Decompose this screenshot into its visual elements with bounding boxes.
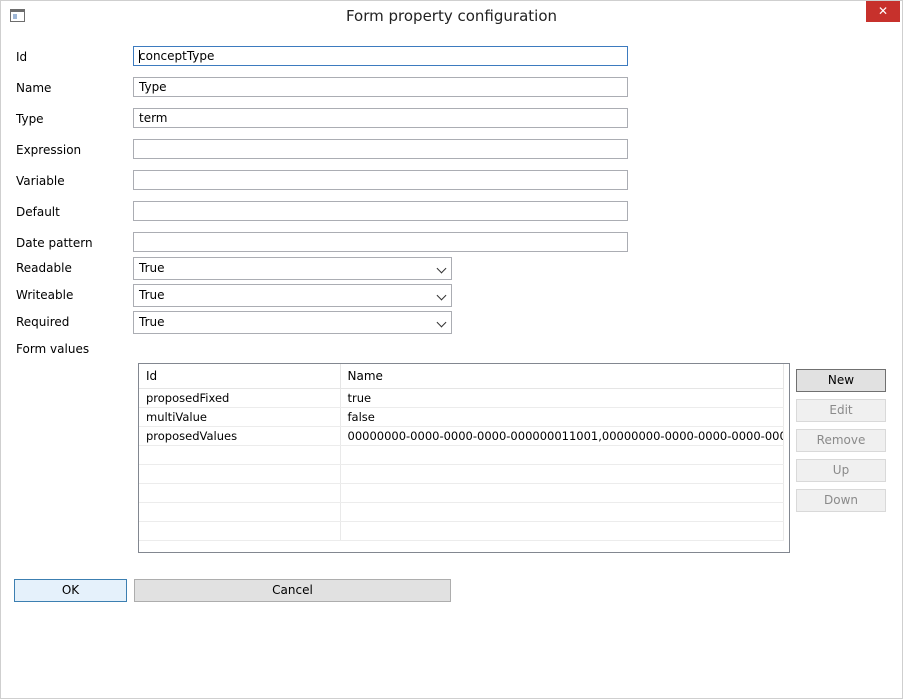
new-button[interactable]: New [796,369,886,392]
title-bar[interactable]: Form property configuration ✕ [1,1,902,31]
table-row[interactable] [139,502,784,522]
row-name-cell[interactable]: false [340,407,784,427]
dialog-window: Form property configuration ✕ Id concept… [0,0,903,699]
date-pattern-field[interactable] [133,232,628,252]
row-name-cell[interactable] [340,502,784,522]
column-header-id[interactable]: Id [139,364,341,389]
down-button[interactable]: Down [796,489,886,512]
type-field[interactable]: term [133,108,628,128]
expression-field[interactable] [133,139,628,159]
table-row[interactable] [139,521,784,541]
close-button[interactable]: ✕ [866,1,900,22]
date-pattern-label: Date pattern [16,236,93,250]
writeable-label: Writeable [16,288,74,302]
chevron-down-icon [436,263,447,274]
row-name-cell[interactable]: 00000000-0000-0000-0000-000000011001,000… [340,426,784,446]
row-name-cell[interactable]: true [340,388,784,408]
row-id-cell[interactable] [139,521,341,541]
row-id-cell[interactable] [139,483,341,503]
required-select[interactable]: True [133,311,452,334]
up-button[interactable]: Up [796,459,886,482]
table-row[interactable] [139,445,784,465]
form-values-label: Form values [16,342,90,356]
id-field[interactable]: conceptType [133,46,628,66]
readable-value: True [139,261,165,275]
variable-label: Variable [16,174,65,188]
row-id-cell[interactable] [139,464,341,484]
name-field[interactable]: Type [133,77,628,97]
table-row[interactable] [139,464,784,484]
row-id-cell[interactable]: multiValue [139,407,341,427]
name-label: Name [16,81,52,95]
required-value: True [139,315,165,329]
remove-button[interactable]: Remove [796,429,886,452]
variable-field[interactable] [133,170,628,190]
dialog-content: Id conceptType Name Type Type term Expre… [1,31,902,698]
row-id-cell[interactable] [139,502,341,522]
table-row[interactable]: multiValue false [139,407,784,427]
table-row[interactable]: proposedValues 00000000-0000-0000-0000-00… [139,426,784,446]
window-title: Form property configuration [345,7,558,25]
writeable-value: True [139,288,165,302]
default-field[interactable] [133,201,628,221]
id-label: Id [16,50,28,64]
row-id-cell[interactable]: proposedFixed [139,388,341,408]
row-name-cell[interactable] [340,483,784,503]
ok-button[interactable]: OK [14,579,127,602]
chevron-down-icon [436,317,447,328]
row-id-cell[interactable]: proposedValues [139,426,341,446]
table-row[interactable] [139,483,784,503]
readable-label: Readable [16,261,72,275]
table-row[interactable]: proposedFixed true [139,388,784,408]
type-label: Type [16,112,44,126]
row-name-cell[interactable] [340,445,784,465]
row-name-cell[interactable] [340,464,784,484]
chevron-down-icon [436,290,447,301]
edit-button[interactable]: Edit [796,399,886,422]
default-label: Default [16,205,60,219]
column-header-name[interactable]: Name [340,364,784,389]
grid-header-row: Id Name [139,364,784,389]
row-id-cell[interactable] [139,445,341,465]
cancel-button[interactable]: Cancel [134,579,451,602]
required-label: Required [16,315,70,329]
readable-select[interactable]: True [133,257,452,280]
id-field-value: conceptType [139,49,215,63]
row-name-cell[interactable] [340,521,784,541]
expression-label: Expression [16,143,82,157]
form-values-grid[interactable]: Id Name proposedFixed true multiValue fals… [138,363,790,553]
writeable-select[interactable]: True [133,284,452,307]
